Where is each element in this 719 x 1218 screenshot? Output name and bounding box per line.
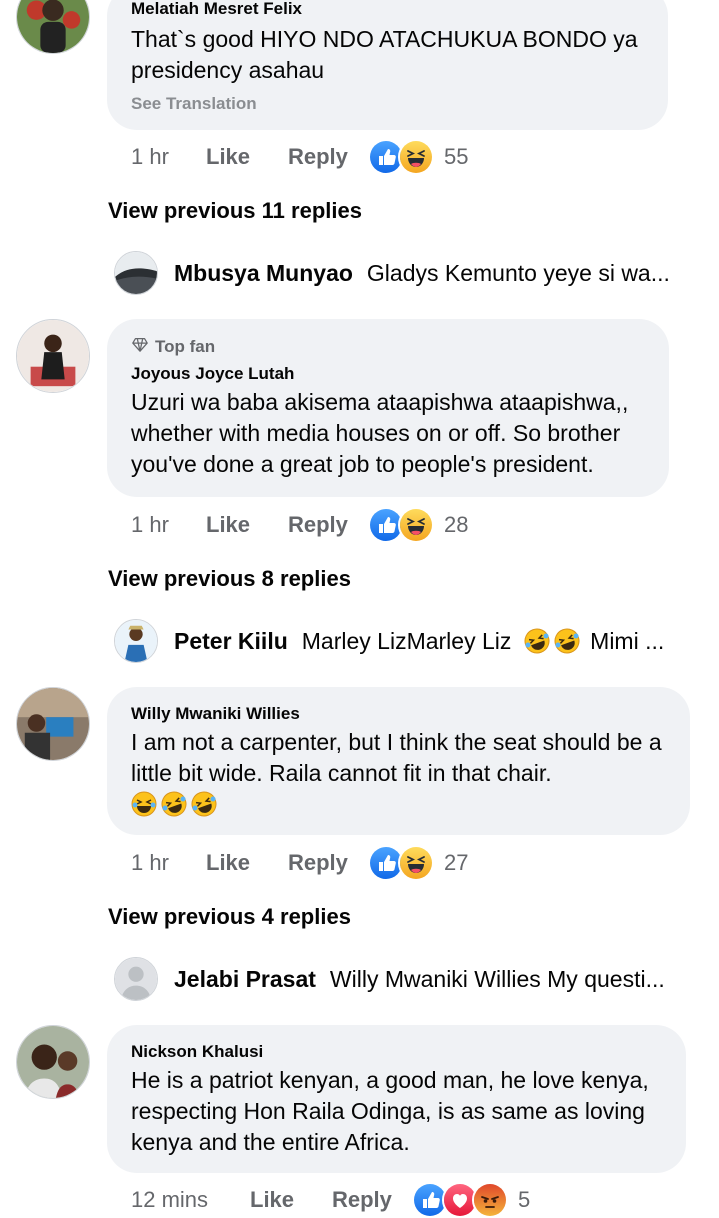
comment-time: 1 hr bbox=[131, 512, 169, 537]
reaction-count: 28 bbox=[444, 512, 469, 537]
reaction-summary[interactable]: 5 bbox=[412, 1182, 530, 1218]
comment-time: 1 hr bbox=[131, 850, 169, 875]
comment-bubble[interactable]: Willy Mwaniki Willies I am not a carpent… bbox=[107, 687, 690, 835]
reply-button[interactable]: Reply bbox=[288, 512, 368, 538]
comment-actions: 1 hr Like Reply 27 bbox=[131, 845, 468, 881]
reaction-count: 27 bbox=[444, 850, 469, 875]
like-button[interactable]: Like bbox=[206, 144, 288, 170]
avatar[interactable] bbox=[114, 251, 158, 295]
comment-author[interactable]: Willy Mwaniki Willies bbox=[131, 703, 666, 725]
comment-actions: 1 hr Like Reply 28 bbox=[131, 507, 468, 543]
like-button[interactable]: Like bbox=[250, 1187, 332, 1213]
view-previous-replies[interactable]: View previous 4 replies bbox=[108, 904, 351, 930]
avatar[interactable] bbox=[16, 1025, 90, 1099]
comment-author[interactable]: Joyous Joyce Lutah bbox=[131, 363, 645, 385]
reply-preview: Gladys Kemunto yeye si wa... bbox=[366, 259, 670, 286]
comment-actions: 12 mins Like Reply 5 bbox=[131, 1182, 530, 1218]
avatar[interactable] bbox=[114, 619, 158, 663]
comment-text: I am not a carpenter, but I think the se… bbox=[131, 729, 662, 786]
avatar[interactable] bbox=[16, 0, 90, 54]
reply-author[interactable]: Peter Kiilu bbox=[174, 628, 288, 655]
latest-reply[interactable]: Mbusya Munyao Gladys Kemunto yeye si wa.… bbox=[114, 250, 694, 296]
comment-time: 1 hr bbox=[131, 144, 169, 169]
latest-reply[interactable]: Peter Kiilu Marley LizMarley Liz Mimi ..… bbox=[114, 618, 680, 664]
rofl-emoji-icon bbox=[131, 791, 157, 817]
comment-bubble[interactable]: Nickson Khalusi He is a patriot kenyan, … bbox=[107, 1025, 686, 1173]
reaction-summary[interactable]: 27 bbox=[368, 845, 468, 881]
top-fan-badge: Top fan bbox=[131, 335, 645, 359]
haha-icon bbox=[398, 139, 434, 175]
reply-button[interactable]: Reply bbox=[288, 144, 368, 170]
comment-bubble[interactable]: Melatiah Mesret Felix That`s good HIYO N… bbox=[107, 0, 668, 130]
comment-bubble[interactable]: Top fan Joyous Joyce Lutah Uzuri wa baba… bbox=[107, 319, 669, 497]
reply-button[interactable]: Reply bbox=[288, 850, 368, 876]
see-translation-link[interactable]: See Translation bbox=[131, 94, 644, 114]
avatar[interactable] bbox=[114, 957, 158, 1001]
like-button[interactable]: Like bbox=[206, 850, 288, 876]
haha-icon bbox=[398, 507, 434, 543]
view-previous-replies[interactable]: View previous 11 replies bbox=[108, 198, 362, 224]
angry-icon bbox=[472, 1182, 508, 1218]
reply-author[interactable]: Jelabi Prasat bbox=[174, 966, 316, 993]
rofl-emoji-icon bbox=[161, 791, 187, 817]
emoji-row bbox=[131, 791, 666, 821]
reply-preview: Willy Mwaniki Willies My questi... bbox=[329, 965, 665, 992]
reply-preview-text: Marley LizMarley Liz bbox=[301, 627, 512, 654]
comment-text: He is a patriot kenyan, a good man, he l… bbox=[131, 1067, 649, 1155]
comment-author[interactable]: Nickson Khalusi bbox=[131, 1041, 662, 1063]
rofl-emoji-icon bbox=[554, 628, 580, 654]
reaction-count: 5 bbox=[518, 1187, 531, 1212]
comment-actions: 1 hr Like Reply 55 bbox=[131, 139, 468, 175]
reaction-count: 55 bbox=[444, 144, 469, 169]
haha-icon bbox=[398, 845, 434, 881]
rofl-emoji-icon bbox=[191, 791, 217, 817]
avatar[interactable] bbox=[16, 319, 90, 393]
reaction-summary[interactable]: 28 bbox=[368, 507, 468, 543]
comment-text: That`s good HIYO NDO ATACHUKUA BONDO ya … bbox=[131, 26, 638, 83]
comment-time: 12 mins bbox=[131, 1187, 209, 1212]
reaction-summary[interactable]: 55 bbox=[368, 139, 468, 175]
reply-preview-text-end: Mimi ... bbox=[590, 627, 665, 654]
rofl-emoji-icon bbox=[524, 628, 550, 654]
reply-preview: Marley LizMarley Liz Mimi ... bbox=[302, 628, 665, 655]
like-button[interactable]: Like bbox=[206, 512, 288, 538]
diamond-icon bbox=[131, 335, 149, 359]
latest-reply[interactable]: Jelabi Prasat Willy Mwaniki Willies My q… bbox=[114, 956, 684, 1002]
comment-text: Uzuri wa baba akisema ataapishwa ataapis… bbox=[131, 389, 629, 477]
comment-author[interactable]: Melatiah Mesret Felix bbox=[131, 0, 644, 20]
avatar[interactable] bbox=[16, 687, 90, 761]
view-previous-replies[interactable]: View previous 8 replies bbox=[108, 566, 351, 592]
top-fan-label: Top fan bbox=[155, 337, 216, 356]
reply-author[interactable]: Mbusya Munyao bbox=[174, 260, 353, 287]
reply-button[interactable]: Reply bbox=[332, 1187, 412, 1213]
